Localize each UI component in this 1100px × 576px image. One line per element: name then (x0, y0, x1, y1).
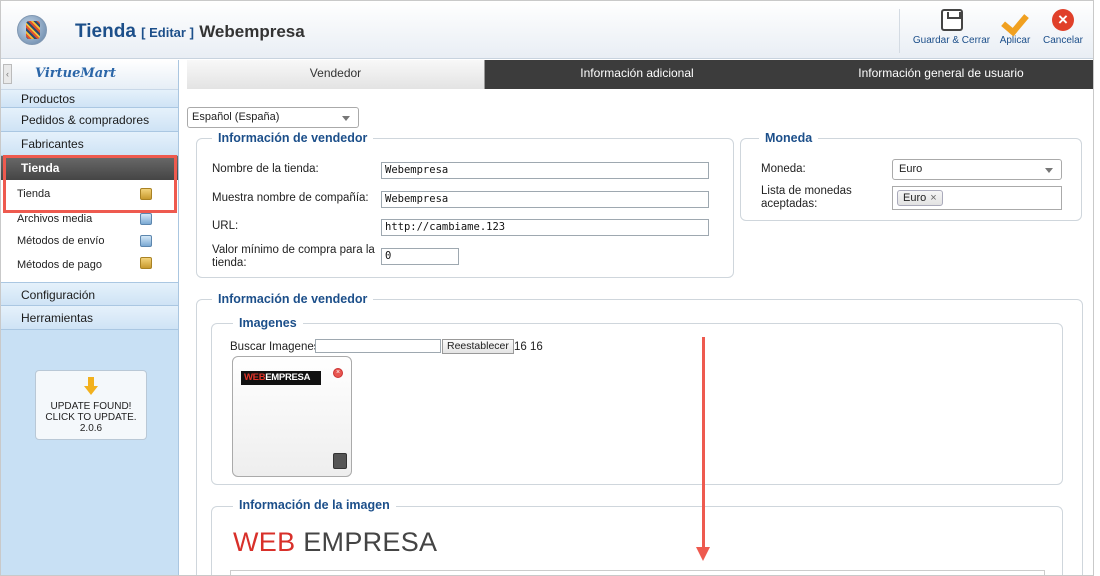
currency-label: Moneda: (761, 163, 806, 175)
store-logo-icon (17, 15, 47, 45)
image-preview-box (230, 570, 1045, 575)
annotation-arrow-shaft (702, 337, 705, 549)
accepted-currencies-label: Lista de monedas aceptadas: (761, 185, 852, 210)
save-close-button[interactable]: Guardar & Cerrar (899, 9, 997, 53)
currency-tag-label: Euro (903, 192, 927, 204)
sidebar-subitem-envio[interactable]: Métodos de envío (1, 230, 178, 252)
store-icon (140, 188, 152, 200)
sidebar-subitem-media[interactable]: Archivos media (1, 208, 178, 230)
subitem-label: Métodos de envío (17, 235, 105, 247)
annotation-arrow-head (696, 547, 710, 561)
subitem-label: Archivos media (17, 213, 93, 225)
tab-vendedor[interactable]: Vendedor (187, 60, 485, 89)
url-label: URL: (212, 220, 239, 232)
company-name-field[interactable]: Webempresa (381, 191, 709, 208)
store-name-field[interactable]: Webempresa (381, 162, 709, 179)
checkmark-icon (1004, 9, 1026, 31)
brand-logo-preview: WEB EMPRESA (233, 527, 438, 557)
image-info-legend: Información de la imagen (233, 498, 396, 512)
url-field[interactable]: http://cambiame.123 (381, 219, 709, 236)
collapse-sidebar-icon[interactable]: ‹ (3, 64, 12, 84)
header-bar: Tienda [ Editar ] Webempresa Guardar & C… (1, 1, 1093, 59)
virtuemart-logo: ‹ VirtueMart (1, 60, 178, 90)
sidebar-submenu: Tienda Archivos media Métodos de envío M… (1, 180, 178, 282)
update-line2: CLICK TO UPDATE. (45, 412, 137, 423)
currency-select[interactable]: Euro (892, 159, 1062, 180)
tab-informacion-adicional[interactable]: Información adicional (485, 60, 789, 89)
search-images-input[interactable] (315, 339, 441, 353)
min-purchase-field[interactable]: 0 (381, 248, 459, 265)
thumb-brand-logo: WEBEMPRESA (241, 371, 321, 385)
apply-button[interactable]: Aplicar (995, 9, 1035, 46)
close-icon: × (1052, 9, 1074, 31)
accepted-currencies-field[interactable]: Euro × (892, 186, 1062, 210)
subitem-label: Tienda (17, 188, 51, 200)
cancel-button[interactable]: × Cancelar (1035, 9, 1091, 46)
delete-image-icon[interactable]: × (333, 368, 343, 378)
update-button[interactable]: UPDATE FOUND! CLICK TO UPDATE. 2.0.6 (35, 370, 147, 440)
truck-icon (140, 235, 152, 247)
store-name: Webempresa (199, 22, 305, 41)
vendor-info-images-legend: Información de vendedor (212, 292, 374, 306)
payment-icon (140, 257, 152, 269)
apply-label: Aplicar (999, 35, 1031, 46)
min-purchase-label: Valor mínimo de compra para la tienda: (212, 244, 375, 269)
reset-button[interactable]: Reestablecer (442, 339, 514, 354)
images-legend: Imagenes (233, 316, 303, 330)
cancel-label: Cancelar (1042, 35, 1084, 46)
sidebar-subitem-tienda[interactable]: Tienda (1, 180, 178, 208)
save-close-label: Guardar & Cerrar (912, 35, 991, 46)
download-icon (84, 377, 98, 395)
edit-label: [ Editar ] (141, 25, 194, 40)
virtuemart-logo-text: VirtueMart (35, 66, 117, 81)
tab-informacion-general[interactable]: Información general de usuario (789, 60, 1093, 89)
company-name-label: Muestra nombre de compañía: (212, 192, 369, 204)
update-line1: UPDATE FOUND! (50, 401, 132, 412)
image-count: 16 16 (514, 341, 543, 353)
sidebar-item-tienda[interactable]: Tienda (1, 156, 178, 180)
remove-tag-icon[interactable]: × (930, 192, 936, 204)
subitem-label: Métodos de pago (17, 259, 103, 271)
sidebar-item-productos[interactable]: Productos (1, 90, 178, 108)
sidebar-subitem-pago[interactable]: Métodos de pago (1, 252, 178, 282)
sidebar-item-pedidos[interactable]: Pedidos & compradores (1, 108, 178, 132)
language-select[interactable]: Español (España) (187, 107, 359, 128)
page-title: Tienda [ Editar ] Webempresa (75, 21, 305, 43)
sidebar-item-herramientas[interactable]: Herramientas (1, 306, 178, 330)
currency-legend: Moneda (759, 131, 819, 145)
vendor-info-legend: Información de vendedor (212, 131, 374, 145)
app-window: Tienda [ Editar ] Webempresa Guardar & C… (0, 0, 1094, 576)
update-version: 2.0.6 (79, 423, 103, 434)
sidebar-item-fabricantes[interactable]: Fabricantes (1, 132, 178, 156)
title-text: Tienda (75, 21, 136, 42)
store-name-label: Nombre de la tienda: (212, 163, 319, 175)
tab-bar: Vendedor Información adicional Informaci… (187, 60, 1093, 89)
save-icon (940, 9, 963, 31)
edit-image-icon[interactable] (333, 453, 347, 469)
search-images-label: Buscar Imagenes : (230, 341, 326, 353)
sidebar-item-configuracion[interactable]: Configuración (1, 282, 178, 306)
currency-tag[interactable]: Euro × (897, 190, 943, 206)
image-thumbnail[interactable]: WEBEMPRESA × (232, 356, 352, 477)
media-icon (140, 213, 152, 225)
sidebar: ‹ VirtueMart Productos Pedidos & comprad… (1, 60, 179, 575)
